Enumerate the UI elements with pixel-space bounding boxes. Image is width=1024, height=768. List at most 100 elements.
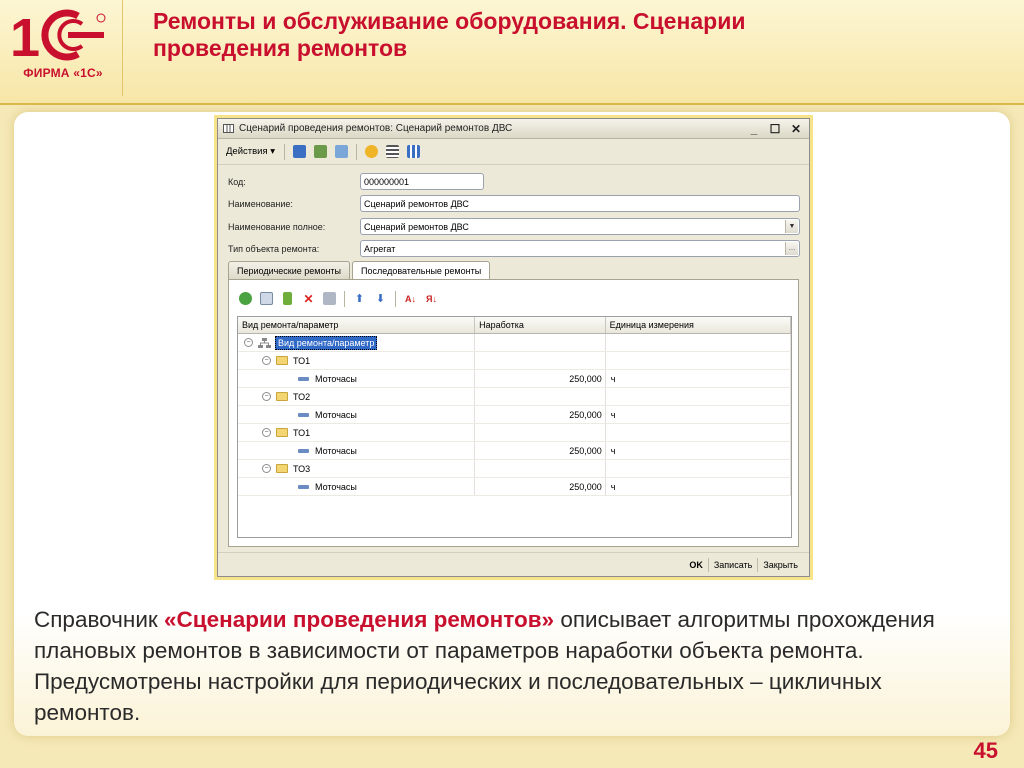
grid-body: − Вид ремонта/параметр − ТО1 Моточасы 250,000… (238, 334, 791, 496)
tree-cell: − Вид ремонта/параметр (238, 334, 476, 351)
table-row[interactable]: Моточасы 250,000 ч (238, 406, 791, 424)
grid-root-row[interactable]: − Вид ремонта/параметр (238, 334, 791, 352)
parameter-icon (298, 376, 309, 381)
structure-button[interactable] (405, 143, 422, 160)
table-row[interactable]: − ТО1 (238, 352, 791, 370)
table-row[interactable]: Моточасы 250,000 ч (238, 370, 791, 388)
slide-title: Ремонты и обслуживание оборудования. Сце… (153, 8, 746, 61)
chevron-down-icon[interactable]: ▼ (785, 220, 798, 233)
repair-type-name: ТО2 (293, 391, 311, 402)
save-button[interactable]: Записать (707, 557, 757, 572)
arrow-up-icon: ⬆ (354, 293, 365, 305)
collapse-icon[interactable]: − (262, 464, 271, 473)
code-label: Код: (228, 176, 246, 187)
move-down-button[interactable]: ⬇ (372, 290, 389, 307)
window-toolbar: Действия ▾ (218, 139, 809, 165)
arrow-down-icon: ⬇ (375, 293, 386, 305)
help-button[interactable] (363, 143, 380, 160)
copy-row-button[interactable] (258, 290, 275, 307)
tree-cell: Моточасы (238, 370, 476, 387)
object-type-field[interactable]: Агрегат … (360, 240, 800, 257)
value-cell: 250,000 (475, 370, 606, 387)
tab-sequential-repairs[interactable]: Последовательные ремонты (352, 261, 491, 280)
full-name-label: Наименование полное: (228, 221, 326, 232)
tree-cell: Моточасы (238, 406, 476, 423)
tree-cell: − ТО1 (238, 352, 476, 369)
column-header-operating-time[interactable]: Наработка (475, 317, 606, 333)
table-row[interactable]: Моточасы 250,000 ч (238, 478, 791, 496)
parameter-name: Моточасы (315, 409, 357, 420)
sort-asc-button[interactable]: A↓ (402, 290, 419, 307)
value-cell: 250,000 (475, 442, 606, 459)
name-value: Сценарий ремонтов ДВС (364, 198, 469, 209)
parameter-name: Моточасы (315, 445, 357, 456)
collapse-icon[interactable]: − (262, 356, 271, 365)
ellipsis-icon[interactable]: … (785, 242, 798, 255)
sort-desc-button[interactable]: Я↓ (423, 290, 440, 307)
refresh-button[interactable] (333, 143, 350, 160)
repair-type-name: ТО3 (293, 463, 311, 474)
column-header-repair-type[interactable]: Вид ремонта/параметр (238, 317, 476, 333)
close-icon[interactable]: ✕ (790, 122, 802, 136)
unit-cell: ч (606, 442, 791, 459)
header-divider (0, 103, 1024, 105)
repair-type-name: ТО1 (293, 355, 311, 366)
refresh-icon (335, 145, 349, 158)
tree-cell: − ТО3 (238, 460, 476, 477)
sort-asc-icon: A↓ (405, 293, 416, 304)
toolbar-separator (344, 290, 345, 307)
name-field[interactable]: Сценарий ремонтов ДВС (360, 195, 800, 212)
write-button[interactable] (312, 143, 329, 160)
maximize-icon[interactable]: ☐ (769, 122, 781, 136)
collapse-icon[interactable]: − (262, 428, 271, 437)
end-edit-button[interactable] (321, 290, 338, 307)
unit-cell (606, 388, 791, 405)
object-type-value: Агрегат (364, 243, 396, 254)
unit-cell: ч (606, 478, 791, 495)
description-highlight: «Сценарии проведения ремонтов» (164, 607, 555, 632)
end-edit-icon (323, 292, 336, 305)
name-row: Наименование: Сценарий ремонтов ДВС (228, 195, 800, 212)
move-up-button[interactable]: ⬆ (351, 290, 368, 307)
table-row[interactable]: − ТО1 (238, 424, 791, 442)
unit-cell (606, 424, 791, 441)
slide-description: Справочник «Сценарии проведения ремонтов… (34, 604, 964, 728)
tree-cell: − ТО2 (238, 388, 476, 405)
svg-text:1: 1 (10, 8, 40, 64)
screenshot-frame: Сценарий проведения ремонтов: Сценарий р… (214, 115, 813, 580)
actions-menu[interactable]: Действия ▾ (223, 144, 278, 159)
toolbar-separator (356, 143, 358, 160)
parameter-icon (298, 448, 309, 453)
logo-divider (122, 0, 123, 96)
save-close-button[interactable] (291, 143, 308, 160)
table-row[interactable]: Моточасы 250,000 ч (238, 442, 791, 460)
ok-button[interactable]: OK (684, 558, 708, 572)
code-field[interactable]: 000000001 (360, 173, 484, 190)
hierarchy-icon (258, 337, 271, 348)
structure-icon (407, 145, 421, 158)
column-header-unit[interactable]: Единица измерения (606, 317, 791, 333)
tab-periodic-repairs[interactable]: Периодические ремонты (228, 261, 351, 279)
parameter-icon (298, 484, 309, 489)
delete-row-button[interactable]: ✕ (300, 290, 317, 307)
table-row[interactable]: − ТО3 (238, 460, 791, 478)
edit-row-button[interactable] (279, 290, 296, 307)
window-titlebar[interactable]: Сценарий проведения ремонтов: Сценарий р… (218, 119, 809, 139)
full-name-value: Сценарий ремонтов ДВС (364, 221, 469, 232)
collapse-icon[interactable]: − (244, 338, 253, 347)
grid-toolbar: ✕ ⬆ ⬇ A↓ Я↓ (237, 290, 440, 307)
add-row-button[interactable] (237, 290, 254, 307)
table-row[interactable]: − ТО2 (238, 388, 791, 406)
company-logo: 1 ФИРМА «1С» (8, 6, 118, 90)
value-cell (475, 352, 606, 369)
minimize-icon[interactable]: _ (748, 122, 760, 136)
page-number: 45 (973, 738, 998, 763)
close-button[interactable]: Закрыть (757, 557, 803, 572)
collapse-icon[interactable]: − (262, 392, 271, 401)
repair-scenario-window: Сценарий проведения ремонтов: Сценарий р… (217, 118, 810, 577)
list-view-button[interactable] (384, 143, 401, 160)
logo-caption: ФИРМА «1С» (23, 66, 103, 80)
full-name-field[interactable]: Сценарий ремонтов ДВС ▼ (360, 218, 800, 235)
list-icon (386, 145, 400, 158)
window-title: Сценарий проведения ремонтов: Сценарий р… (239, 123, 513, 134)
